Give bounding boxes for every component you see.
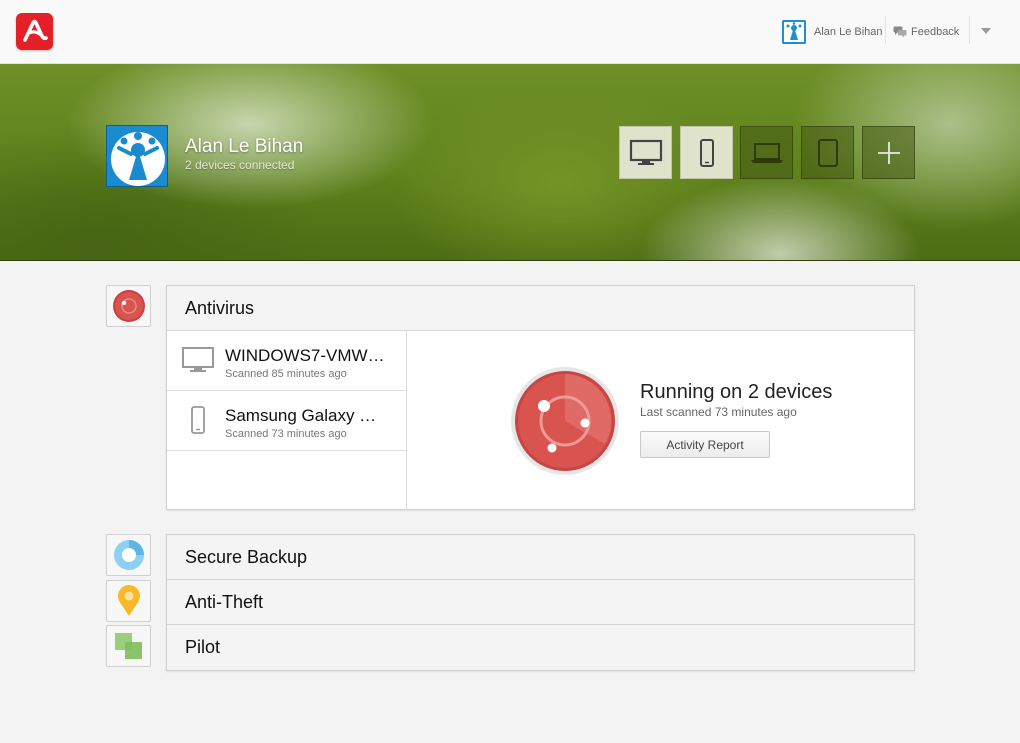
- devices-connected-text: 2 devices connected: [185, 158, 295, 172]
- feedback-button[interactable]: Feedback: [893, 23, 959, 41]
- divider: [969, 16, 970, 44]
- antivirus-logo-icon: [112, 290, 145, 322]
- anti-theft-row[interactable]: Anti-Theft: [167, 580, 914, 625]
- modules-panel: Secure Backup Anti-Theft Pilot: [166, 534, 915, 671]
- profile-name: Alan Le Bihan: [185, 136, 304, 157]
- anti-theft-module-icon[interactable]: [106, 580, 151, 622]
- avatar-icon: [782, 20, 806, 44]
- device-name: WINDOWS7-VMW…: [225, 346, 385, 365]
- pilot-squares-icon: [114, 633, 142, 659]
- phone-device-button[interactable]: [680, 126, 733, 179]
- avira-logo-icon[interactable]: [16, 13, 53, 50]
- last-scanned-text: Last scanned 73 minutes ago: [640, 405, 797, 419]
- plus-icon: [877, 141, 900, 164]
- tablet-device-button[interactable]: [801, 126, 854, 179]
- divider: [885, 16, 886, 44]
- desktop-icon: [182, 347, 214, 372]
- status-title: Running on 2 devices: [640, 381, 833, 403]
- avatar[interactable]: [106, 125, 168, 187]
- list-item[interactable]: WINDOWS7-VMW… Scanned 85 minutes ago: [167, 331, 406, 391]
- secure-backup-row[interactable]: Secure Backup: [167, 535, 914, 580]
- device-name: Samsung Galaxy …: [225, 406, 377, 425]
- device-scan-status: Scanned 73 minutes ago: [225, 428, 347, 440]
- pilot-module-icon[interactable]: [106, 625, 151, 667]
- top-bar: Alan Le Bihan Feedback: [0, 0, 1020, 64]
- activity-report-button[interactable]: Activity Report: [640, 431, 770, 458]
- device-list: WINDOWS7-VMW… Scanned 85 minutes ago Sam…: [167, 331, 407, 510]
- antivirus-panel: Antivirus WINDOWS7-VMW… Scanned 85 minut…: [166, 285, 915, 510]
- antivirus-status: Running on 2 devices Last scanned 73 min…: [408, 331, 915, 510]
- pilot-row[interactable]: Pilot: [167, 625, 914, 670]
- chevron-down-icon[interactable]: [981, 28, 991, 34]
- feedback-label: Feedback: [911, 26, 960, 38]
- tablet-icon: [817, 138, 838, 167]
- laptop-icon: [750, 142, 783, 163]
- list-item[interactable]: Samsung Galaxy … Scanned 73 minutes ago: [167, 391, 406, 451]
- laptop-device-button[interactable]: [740, 126, 793, 179]
- desktop-device-button[interactable]: [619, 126, 672, 179]
- add-device-button[interactable]: [862, 126, 915, 179]
- antivirus-module-icon[interactable]: [106, 285, 151, 327]
- location-pin-icon: [117, 585, 140, 616]
- device-scan-status: Scanned 85 minutes ago: [225, 368, 347, 380]
- backup-ring-icon: [113, 540, 144, 570]
- desktop-icon: [629, 139, 662, 165]
- phone-icon: [699, 138, 714, 167]
- antivirus-header[interactable]: Antivirus: [167, 286, 914, 331]
- profile-banner: Alan Le Bihan 2 devices connected: [0, 64, 1020, 261]
- phone-icon: [191, 406, 205, 434]
- account-name[interactable]: Alan Le Bihan: [814, 26, 883, 38]
- antivirus-status-icon: [511, 367, 619, 475]
- secure-backup-module-icon[interactable]: [106, 534, 151, 576]
- account-link[interactable]: Alan Le Bihan: [782, 19, 883, 45]
- speech-bubble-icon: [893, 26, 907, 38]
